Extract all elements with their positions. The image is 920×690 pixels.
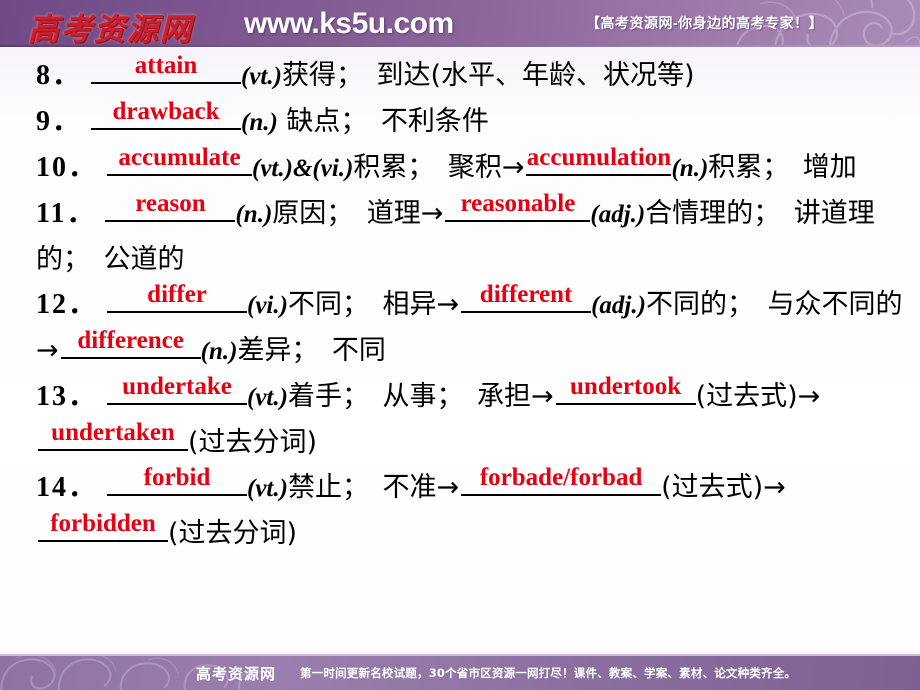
answer-word: forbid <box>143 464 211 491</box>
item-number: 9． <box>36 106 83 137</box>
item-number: 8． <box>36 60 83 91</box>
tense-label: (过去式) <box>695 381 798 412</box>
part-of-speech: (n.) <box>235 201 273 228</box>
derivation-arrow: → <box>797 381 821 412</box>
answer-blank[interactable]: forbidden <box>38 510 168 542</box>
answer-blank[interactable]: accumulate <box>107 144 253 176</box>
answer-word: accumulation <box>526 144 672 171</box>
answer-word: attain <box>134 52 198 79</box>
list-item: 9． drawback (n.) 缺点； 不利条件 <box>36 98 912 145</box>
answer-blank[interactable]: undertaken <box>38 419 188 451</box>
definition-text: 原因； 道理 <box>272 198 421 229</box>
answer-blank[interactable]: undertook <box>555 373 696 405</box>
definition-text: 差异； 不同 <box>237 335 386 366</box>
answer-blank[interactable]: reason <box>105 190 236 222</box>
site-tagline: 【高考资源网-你身边的高考专家！】 <box>586 15 824 31</box>
list-item: 12． differ (vi.)不同； 相异→ different (adj.)不同的… <box>36 281 912 374</box>
answer-blank[interactable]: accumulation <box>526 144 672 176</box>
derivation-arrow: → <box>436 472 460 503</box>
part-of-speech: (n.) <box>200 338 238 365</box>
part-of-speech: (n.) <box>241 109 278 136</box>
answer-word: undertake <box>122 373 232 400</box>
answer-blank[interactable]: difference <box>60 327 201 359</box>
part-of-speech: (vt.) <box>247 475 288 502</box>
answer-blank[interactable]: reasonable <box>445 190 591 222</box>
definition-text: 不同； 相异 <box>287 289 437 320</box>
footer-banner: 高考资源网 第一时间更新名校试题，30个省市区资源一网打尽！课件、教案、学案、素… <box>0 654 920 690</box>
definition-text: 积累； 聚积 <box>353 152 502 183</box>
answer-word: reasonable <box>460 190 576 217</box>
site-url-text: www.ks5u.com <box>244 7 454 40</box>
answer-blank[interactable]: different <box>461 281 592 313</box>
answer-word: undertook <box>570 373 682 400</box>
site-logo-cn: 高考资源网 <box>28 12 193 47</box>
answer-word: differ <box>147 281 207 308</box>
answer-word: forbade/forbad <box>479 464 643 491</box>
definition-text: 积累； 增加 <box>708 152 857 183</box>
definition-text: 获得； 到达(水平、年龄、状况等) <box>281 60 695 91</box>
answer-blank[interactable]: attain <box>91 52 242 84</box>
tense-label: (过去式) <box>661 472 764 503</box>
part-of-speech: (n.) <box>671 155 709 182</box>
list-item: 11． reason (n.)原因； 道理→ reasonable (adj.)合情理… <box>36 190 912 282</box>
part-of-speech: (adj.) <box>591 292 646 319</box>
list-item: 13． undertake (vt.)着手； 从事； 承担→ undertook (过… <box>36 373 912 465</box>
derivation-arrow: → <box>530 381 554 412</box>
list-item: 8． attain (vt.)获得； 到达(水平、年龄、状况等) <box>36 52 912 99</box>
answer-word: different <box>479 281 573 308</box>
vocabulary-list: 8． attain (vt.)获得； 到达(水平、年龄、状况等) 9． drawb… <box>0 47 920 635</box>
slide-canvas: 高考资源网 www.ks5u.com 【高考资源网-你身边的高考专家！】 8． … <box>0 0 920 690</box>
header-banner: 高考资源网 www.ks5u.com 【高考资源网-你身边的高考专家！】 <box>0 0 920 47</box>
answer-blank[interactable]: forbid <box>107 464 248 496</box>
definition-text: 禁止； 不准 <box>287 472 437 503</box>
item-number: 10． <box>36 152 99 183</box>
item-number: 12． <box>36 289 99 320</box>
answer-word: drawback <box>112 98 220 125</box>
item-number: 13． <box>36 381 99 412</box>
derivation-arrow: → <box>763 472 786 503</box>
part-of-speech: (adj.) <box>590 201 646 228</box>
footer-brand: 高考资源网 <box>196 667 277 683</box>
answer-word: undertaken <box>51 419 175 446</box>
answer-word: reason <box>135 190 206 217</box>
part-of-speech: (vt.)&(vi.) <box>252 155 354 182</box>
footer-promo-text: 第一时间更新名校试题，30个省市区资源一网打尽！课件、教案、学案、素材、论文种类… <box>300 666 797 680</box>
part-of-speech: (vt.) <box>241 63 282 90</box>
definition-text: 不同的； 与众不同的 <box>645 289 903 320</box>
definition-text: 缺点； 不利条件 <box>277 106 489 137</box>
part-of-speech: (vi.) <box>247 292 288 319</box>
tense-label: (过去分词) <box>188 427 318 458</box>
list-item: 14． forbid (vt.)禁止； 不准→ forbade/forbad (过去式… <box>36 464 912 556</box>
derivation-arrow: → <box>420 198 444 229</box>
derivation-arrow: → <box>501 152 525 183</box>
answer-word: forbidden <box>50 510 156 537</box>
derivation-arrow: → <box>36 335 59 366</box>
item-number: 11． <box>36 198 97 229</box>
answer-blank[interactable]: undertake <box>107 373 248 405</box>
list-item: 10． accumulate (vt.)&(vi.)积累； 聚积→ accumula… <box>36 144 912 191</box>
answer-blank[interactable]: forbade/forbad <box>461 464 662 496</box>
answer-blank[interactable]: differ <box>107 281 248 313</box>
part-of-speech: (vt.) <box>247 384 288 411</box>
tense-label: (过去分词) <box>168 518 298 549</box>
derivation-arrow: → <box>436 289 460 320</box>
item-number: 14． <box>36 472 99 503</box>
footer-top-edge <box>0 654 920 656</box>
definition-text: 着手； 从事； 承担 <box>287 381 531 412</box>
answer-word: difference <box>77 327 184 354</box>
answer-word: accumulate <box>118 144 241 171</box>
answer-blank[interactable]: drawback <box>91 98 242 130</box>
